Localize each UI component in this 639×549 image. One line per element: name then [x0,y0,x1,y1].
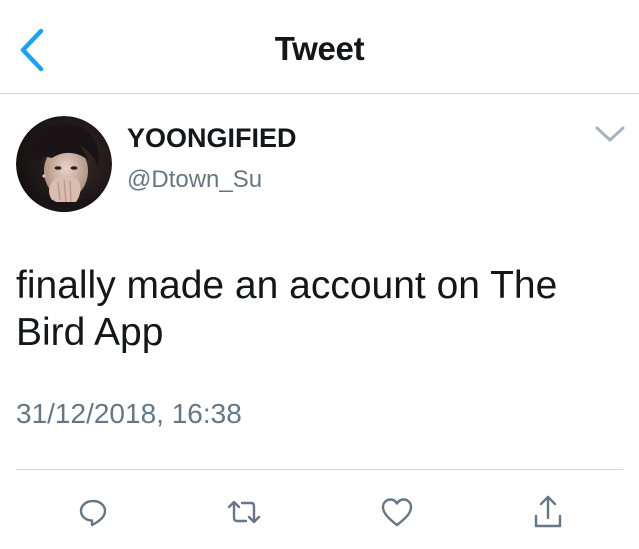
share-icon [534,495,562,528]
reply-button[interactable] [71,490,115,534]
avatar[interactable] [16,116,112,212]
nav-header: Tweet [0,0,639,94]
avatar-photo [16,116,112,212]
chevron-down-icon [595,126,625,142]
tweet-text: finally made an account on The Bird App [16,264,558,354]
page-title: Tweet [274,30,365,67]
reply-icon [79,499,107,527]
display-name[interactable]: YOONGIFIED [127,123,297,154]
divider [16,469,623,470]
retweet-button[interactable] [222,490,266,534]
tweet-detail-screen: Tweet YOONGIFIED @Dtown_Su finally made … [0,0,639,549]
more-options-button[interactable] [590,118,630,150]
share-button[interactable] [526,490,570,534]
user-handle[interactable]: @Dtown_Su [127,166,262,194]
retweet-icon [227,500,261,524]
heart-icon [381,498,413,527]
like-button[interactable] [375,490,419,534]
tweet-timestamp: 31/12/2018, 16:38 [16,398,242,429]
